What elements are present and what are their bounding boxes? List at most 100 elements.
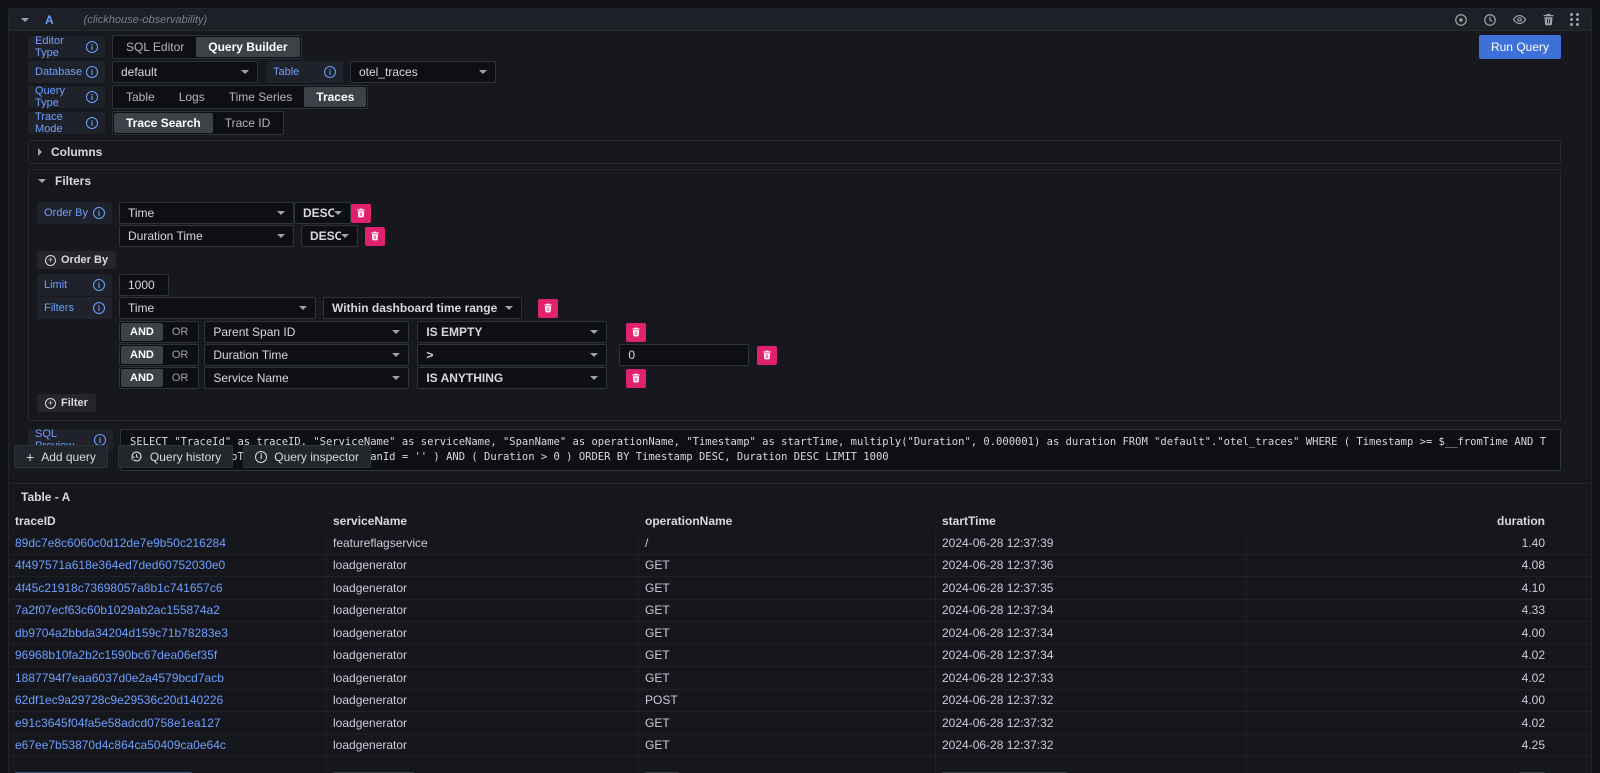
query-type-option-traces[interactable]: Traces — [304, 87, 366, 107]
order-by-field-select[interactable]: Duration Time — [119, 225, 294, 247]
query-type-toggle: Table Logs Time Series Traces — [112, 85, 368, 109]
table-row: db9704a2bbda34204d159c71b78283e3loadgene… — [9, 622, 1591, 645]
bool-and-option[interactable]: AND — [121, 369, 163, 387]
limit-input[interactable] — [119, 274, 169, 296]
filter-field-select[interactable]: Time — [119, 297, 316, 319]
bool-or-option[interactable]: OR — [163, 346, 198, 364]
filter-operator-select[interactable]: Within dashboard time range — [323, 297, 522, 319]
trace-id-link[interactable]: 62df1ec9a29728c9e29536c20d140226 — [15, 693, 223, 707]
trace-id-link[interactable]: db9704a2bbda34204d159c71b78283e3 — [15, 626, 228, 640]
order-by-direction-select[interactable]: DESC — [301, 225, 358, 247]
condition-operator-select[interactable]: IS EMPTY — [417, 321, 607, 343]
trash-icon[interactable] — [1542, 13, 1555, 26]
trace-id-link[interactable]: 4f497571a618e364ed7ded60752030e0 — [15, 558, 225, 572]
bool-and-option[interactable]: AND — [121, 323, 163, 341]
duration-cell: 4.33 — [1247, 600, 1591, 622]
filters-label-text: Filters — [44, 302, 74, 314]
query-row-header: A (clickhouse-observability) — [9, 9, 1591, 31]
query-ref-id: A — [45, 13, 54, 27]
info-icon[interactable]: i — [86, 66, 98, 78]
query-inspector-button[interactable]: i Query inspector — [243, 445, 371, 468]
bool-and-option[interactable]: AND — [121, 346, 163, 364]
order-by-field-select[interactable]: Time — [119, 202, 294, 224]
query-type-option-logs[interactable]: Logs — [167, 87, 217, 107]
table-body: 89dc7e8c6060c0d12de7e9b50c216284 featuref… — [9, 532, 1591, 773]
trace-id-link[interactable]: 7a2f07ecf63c60b1029ab2ac155874a2 — [15, 603, 220, 617]
service-name-cell: featureflagservice — [327, 532, 639, 554]
trace-id-link[interactable]: 96968b10fa2b2c1590bc67dea06ef35f — [15, 648, 217, 662]
remove-condition-button[interactable] — [626, 323, 646, 342]
duration-cell: 4.02 — [1247, 645, 1591, 667]
condition-value-input[interactable] — [619, 344, 749, 366]
query-history-button[interactable]: Query history — [118, 445, 233, 468]
trace-id-link[interactable]: e91c3645f04fa5e58adcd0758e1ea127 — [15, 716, 221, 730]
drag-handle-icon[interactable] — [1570, 13, 1579, 26]
trash-icon — [631, 373, 641, 383]
filter-field-value: Time — [128, 301, 154, 315]
info-icon[interactable]: i — [93, 302, 105, 314]
columns-section-header[interactable]: Columns — [29, 141, 1560, 163]
condition-field-select[interactable]: Service Name — [204, 367, 409, 389]
eye-icon[interactable] — [1512, 12, 1527, 27]
remove-condition-button[interactable] — [757, 346, 777, 365]
start-time-cell: 2024-06-28 12:37:32 — [936, 690, 1247, 712]
database-label-text: Database — [35, 66, 82, 78]
start-time-cell: 2024-06-28 12:37:36 — [936, 555, 1247, 577]
column-header-traceid[interactable]: traceID — [9, 510, 327, 532]
condition-operator-select[interactable]: > — [417, 344, 607, 366]
bool-or-option[interactable]: OR — [163, 323, 198, 341]
editor-type-option-query-builder[interactable]: Query Builder — [196, 37, 299, 57]
bool-or-option[interactable]: OR — [163, 369, 198, 387]
trace-id-link[interactable]: 1887794f7eaa6037d0e2a4579bcd7acb — [15, 671, 224, 685]
history-clock-icon[interactable] — [1483, 13, 1497, 27]
info-icon[interactable]: i — [86, 91, 98, 103]
trace-id-cell: 4f45c21918c73698057a8b1c741657c6 — [9, 577, 327, 599]
table-select[interactable]: otel_traces — [350, 61, 496, 83]
condition-field-select[interactable]: Parent Span ID — [204, 321, 409, 343]
add-query-button[interactable]: + Add query — [14, 445, 108, 468]
condition-field-value: Duration Time — [213, 348, 288, 362]
trace-id-link[interactable]: 4f45c21918c73698057a8b1c741657c6 — [15, 581, 223, 595]
column-header-duration[interactable]: duration — [1247, 510, 1591, 532]
editor-type-toggle: SQL Editor Query Builder — [112, 35, 302, 59]
info-icon[interactable]: i — [86, 117, 98, 129]
remove-order-by-button[interactable] — [351, 204, 371, 223]
info-icon[interactable]: i — [86, 41, 98, 53]
column-header-operationname[interactable]: operationName — [639, 510, 936, 532]
chevron-down-icon — [341, 234, 349, 238]
partial-cell — [1247, 757, 1591, 773]
condition-operator-select[interactable]: IS ANYTHING — [417, 367, 607, 389]
trace-id-link[interactable]: e67ee7b53870d4c864ca50409ca0e64c — [15, 738, 226, 752]
order-by-direction-select[interactable]: DESC — [294, 202, 351, 224]
panel-title[interactable]: Table - A — [9, 484, 1591, 510]
editor-type-option-sql-editor[interactable]: SQL Editor — [114, 37, 196, 57]
query-type-option-time-series[interactable]: Time Series — [217, 87, 305, 107]
query-type-option-table[interactable]: Table — [114, 87, 167, 107]
record-circle-icon[interactable] — [1454, 13, 1468, 27]
column-header-servicename[interactable]: serviceName — [327, 510, 639, 532]
add-filter-button[interactable]: + Filter — [37, 394, 96, 412]
chevron-down-icon — [277, 211, 285, 215]
condition-field-select[interactable]: Duration Time — [204, 344, 409, 366]
order-by-field-value: Time — [128, 206, 154, 220]
filter-condition-row: AND OR Duration Time > — [119, 344, 1560, 366]
trace-id-link[interactable]: 89dc7e8c6060c0d12de7e9b50c216284 — [15, 536, 226, 550]
remove-filter-button[interactable] — [538, 299, 558, 318]
table-value: otel_traces — [359, 65, 418, 79]
remove-condition-button[interactable] — [626, 369, 646, 388]
trace-mode-option-trace-search[interactable]: Trace Search — [114, 113, 213, 133]
info-icon[interactable]: i — [93, 279, 105, 291]
info-icon[interactable]: i — [93, 207, 105, 219]
start-time-cell: 2024-06-28 12:37:34 — [936, 600, 1247, 622]
filters-section-header[interactable]: Filters — [29, 170, 1560, 192]
order-by-direction-value: DESC — [310, 229, 341, 243]
trace-mode-option-trace-id[interactable]: Trace ID — [213, 113, 283, 133]
filters-section-body: Order By i Time DESC — [29, 192, 1560, 420]
run-query-button[interactable]: Run Query — [1479, 35, 1561, 59]
column-header-starttime[interactable]: startTime — [936, 510, 1247, 532]
add-order-by-button[interactable]: + Order By — [37, 251, 116, 269]
database-select[interactable]: default — [112, 61, 258, 83]
collapse-chevron-icon[interactable] — [21, 18, 29, 22]
info-icon[interactable]: i — [324, 66, 336, 78]
remove-order-by-button[interactable] — [365, 227, 385, 246]
